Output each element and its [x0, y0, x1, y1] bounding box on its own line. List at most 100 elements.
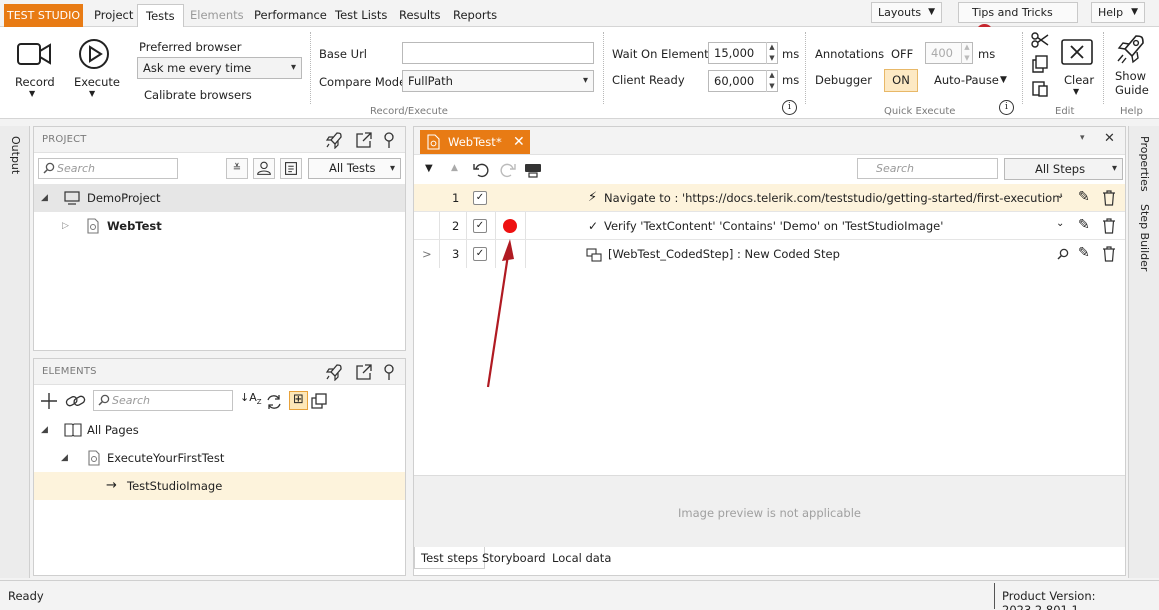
- expanded-arrow-icon[interactable]: ◢: [61, 444, 68, 472]
- spinner-arrows[interactable]: ▲ ▼: [961, 42, 972, 64]
- pin-icon[interactable]: [382, 363, 396, 381]
- chevron-down-icon[interactable]: ▼: [425, 163, 433, 174]
- compare-mode-select[interactable]: FullPath: [402, 70, 594, 92]
- base-url-label: Base Url: [319, 47, 367, 61]
- copy-icon[interactable]: [1031, 55, 1049, 73]
- info-icon[interactable]: i: [999, 100, 1014, 115]
- chevron-down-icon[interactable]: ▼: [1000, 75, 1007, 85]
- delete-icon[interactable]: [1102, 190, 1116, 206]
- spinner-arrows[interactable]: ▲ ▼: [766, 42, 777, 64]
- move-up-icon[interactable]: ▲: [451, 163, 458, 173]
- expanded-arrow-icon[interactable]: ◢: [41, 184, 48, 212]
- list-view-icon[interactable]: [280, 158, 302, 179]
- project-search-input[interactable]: Search: [38, 158, 178, 179]
- auto-pause-button[interactable]: Auto-Pause: [934, 73, 999, 87]
- step-row-1[interactable]: 1 ✓ ⚡ Navigate to : 'https://docs.teleri…: [414, 184, 1125, 212]
- debugger-toggle[interactable]: ON: [884, 69, 918, 92]
- tab-performance[interactable]: Performance: [246, 4, 335, 27]
- tab-tests[interactable]: Tests: [137, 4, 184, 28]
- document-tab-webtest[interactable]: WebTest * ✕: [420, 130, 530, 154]
- project-filter-select[interactable]: All Tests: [308, 158, 401, 179]
- clear-button[interactable]: Clear ▼: [1058, 35, 1096, 99]
- steps-search-input[interactable]: Search: [857, 158, 998, 179]
- tab-elements[interactable]: Elements: [182, 4, 252, 27]
- tree-item-all-pages[interactable]: ◢ All Pages: [34, 416, 405, 444]
- expanded-arrow-icon[interactable]: ◢: [41, 416, 48, 444]
- execute-button[interactable]: Execute ▼: [72, 37, 120, 101]
- add-icon[interactable]: [40, 392, 58, 410]
- steps-filter-select[interactable]: All Steps: [1004, 158, 1123, 180]
- show-guide-button[interactable]: Show Guide: [1110, 33, 1150, 101]
- delete-icon[interactable]: [1102, 218, 1116, 234]
- preferred-browser-value: Ask me every time: [143, 61, 252, 75]
- help-button[interactable]: Help ▼: [1091, 2, 1145, 23]
- client-ready-input[interactable]: 60,000 ▲ ▼: [708, 70, 778, 92]
- step-builder-tab[interactable]: Step Builder: [1138, 204, 1151, 271]
- collapse-all-icon[interactable]: ≚: [226, 158, 248, 179]
- collapsed-arrow-icon[interactable]: ▷: [62, 212, 69, 240]
- ms-unit: ms: [782, 73, 800, 87]
- tab-test-steps[interactable]: Test steps: [414, 547, 486, 569]
- step-enabled-checkbox[interactable]: ✓: [473, 191, 487, 205]
- compare-mode-value: FullPath: [408, 74, 453, 88]
- elements-panel-header: ELEMENTS: [34, 359, 405, 385]
- arrow-right-icon: →: [106, 478, 117, 493]
- tree-item-demoproject[interactable]: ◢ DemoProject: [34, 184, 405, 212]
- tab-reports[interactable]: Reports: [445, 4, 505, 27]
- recorder-icon[interactable]: [524, 162, 542, 178]
- edit-icon[interactable]: ✎: [1078, 217, 1090, 233]
- info-icon[interactable]: i: [782, 100, 797, 115]
- edit-icon[interactable]: ✎: [1078, 245, 1090, 261]
- tips-button[interactable]: Tips and Tricks23: [958, 2, 1078, 41]
- wait-on-elements-input[interactable]: 15,000 ▲ ▼: [708, 42, 778, 64]
- layouts-button[interactable]: Layouts ▼: [871, 2, 942, 23]
- annotations-duration-input[interactable]: 400 ▲ ▼: [925, 42, 973, 64]
- pin-icon[interactable]: [382, 131, 396, 149]
- cut-icon[interactable]: [1031, 31, 1049, 49]
- search-icon[interactable]: [1057, 248, 1069, 260]
- pop-out-icon[interactable]: [355, 363, 373, 381]
- base-url-input[interactable]: [402, 42, 594, 64]
- preferred-browser-label: Preferred browser: [139, 40, 242, 54]
- tab-project[interactable]: Project: [86, 4, 141, 27]
- close-icon[interactable]: ✕: [1104, 131, 1115, 146]
- step-number: 3: [452, 247, 460, 261]
- undo-icon[interactable]: [472, 161, 490, 179]
- preferred-browser-select[interactable]: Ask me every time: [137, 57, 302, 79]
- rocket-icon[interactable]: [325, 131, 343, 149]
- tree-item-webtest[interactable]: ▷ WebTest: [34, 212, 405, 240]
- rocket-icon[interactable]: [325, 363, 343, 381]
- output-tab[interactable]: Output: [9, 136, 22, 174]
- chevron-down-icon[interactable]: ⌄: [1056, 218, 1064, 229]
- row-expander-icon[interactable]: >: [422, 240, 432, 268]
- tree-item-label: DemoProject: [87, 191, 161, 205]
- refresh-icon[interactable]: [265, 393, 283, 411]
- tree-item-page[interactable]: ◢ ExecuteYourFirstTest: [34, 444, 405, 472]
- tab-test-lists[interactable]: Test Lists: [327, 4, 395, 27]
- link-icon[interactable]: [65, 392, 87, 410]
- tree-item-element[interactable]: → TestStudioImage: [34, 472, 405, 500]
- tab-list-dropdown-icon[interactable]: ▾: [1080, 133, 1085, 143]
- tab-storyboard[interactable]: Storyboard: [476, 547, 552, 569]
- properties-tab[interactable]: Properties: [1138, 136, 1151, 192]
- web-test-icon: [427, 134, 440, 150]
- user-icon[interactable]: [253, 158, 275, 179]
- expand-all-icon[interactable]: ⊞: [289, 391, 308, 410]
- paste-icon[interactable]: [1031, 79, 1049, 97]
- calibrate-browsers-button[interactable]: Calibrate browsers: [144, 88, 252, 102]
- tab-local-data[interactable]: Local data: [546, 547, 617, 569]
- close-icon[interactable]: ✕: [513, 130, 525, 154]
- lightning-icon: ⚡: [588, 190, 598, 205]
- elements-search-input[interactable]: Search: [93, 390, 233, 411]
- pop-out-icon[interactable]: [355, 131, 373, 149]
- spinner-arrows[interactable]: ▲ ▼: [766, 70, 777, 92]
- sort-az-icon[interactable]: ↓AZ: [240, 391, 262, 406]
- chevron-down-icon[interactable]: ⌄: [1056, 190, 1064, 201]
- annotations-toggle[interactable]: OFF: [891, 47, 913, 61]
- edit-icon[interactable]: ✎: [1078, 189, 1090, 205]
- redo-icon[interactable]: [499, 161, 517, 179]
- delete-icon[interactable]: [1102, 246, 1116, 262]
- duplicate-icon[interactable]: [310, 392, 328, 410]
- tab-results[interactable]: Results: [391, 4, 449, 27]
- record-button[interactable]: Record ▼: [13, 37, 55, 101]
